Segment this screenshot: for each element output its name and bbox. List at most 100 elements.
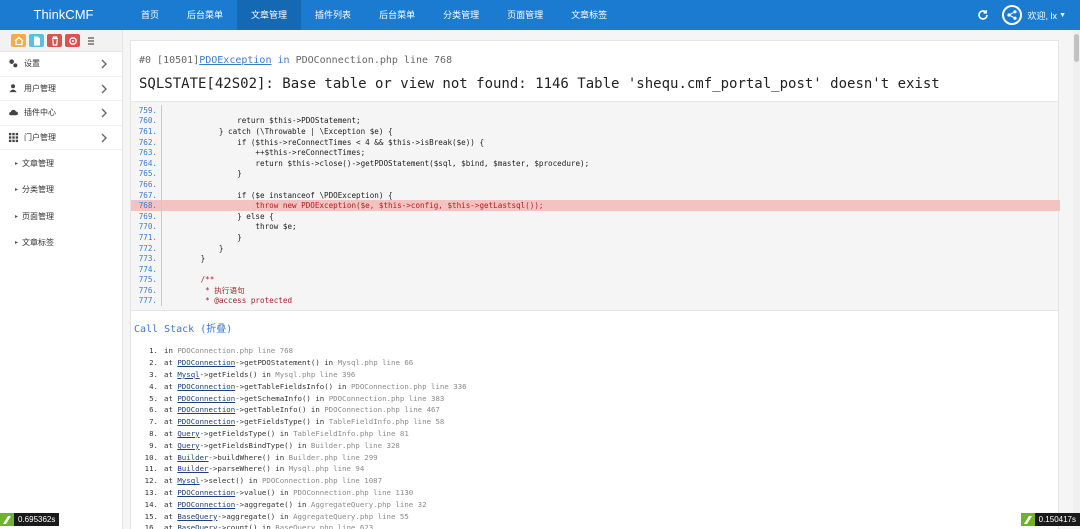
stack-frame: 15. at BaseQuery -> aggregate() in Aggregat… bbox=[131, 510, 1060, 522]
frame-prefix: at bbox=[164, 440, 178, 450]
frame-in: in bbox=[333, 381, 351, 391]
frame-file: Mysql.php line 396 bbox=[275, 369, 356, 379]
frame-class-link[interactable]: BaseQuery bbox=[177, 523, 217, 529]
sidebar-menu-item[interactable]: 设置 bbox=[0, 52, 122, 77]
vertical-scrollbar[interactable] bbox=[1073, 30, 1080, 519]
caret-right-icon: ▸ bbox=[15, 187, 19, 194]
line-number: 775. bbox=[138, 275, 157, 285]
frame-function: getFields() bbox=[208, 369, 258, 379]
frame-function: select() bbox=[208, 476, 245, 486]
frame-class-link[interactable]: Mysql bbox=[177, 476, 199, 485]
frame-number: 9. bbox=[149, 440, 158, 450]
frame-class-link[interactable]: PDOConnection bbox=[177, 358, 235, 367]
sidebar: 设置 用户管理 插件中心 门户管理 ▸ 文章管理 ▸ 分类管理 ▸ 页面管理 ▸ 文章标签 bbox=[0, 30, 123, 529]
exception-class-link[interactable]: PDOException bbox=[199, 55, 271, 66]
line-separator bbox=[161, 136, 162, 148]
home-icon[interactable] bbox=[11, 34, 26, 47]
frame-in: in bbox=[275, 511, 294, 521]
call-stack-toggle[interactable]: Call Stack (折叠) bbox=[134, 320, 232, 335]
sidebar-subitem-label: 文章管理 bbox=[22, 158, 55, 168]
scrollbar-thumb[interactable] bbox=[1074, 34, 1079, 62]
cloud-icon bbox=[8, 107, 19, 118]
frame-number: 10. bbox=[144, 452, 158, 462]
nav-item[interactable]: 文章管理 bbox=[237, 0, 302, 30]
sidebar-subitem[interactable]: ▸ 文章管理 bbox=[0, 150, 122, 177]
frame-prefix: at bbox=[164, 523, 178, 529]
frame-function: getFieldsType() bbox=[208, 428, 276, 438]
frame-prefix: at bbox=[164, 417, 178, 427]
frame-number: 13. bbox=[144, 487, 158, 497]
sidebar-subitem[interactable]: ▸ 文章标签 bbox=[0, 230, 122, 257]
code-line: 761. } catch (\Throwable | \Exception $e… bbox=[131, 126, 1060, 137]
frame-class-link[interactable]: Builder bbox=[177, 464, 208, 473]
timer-right[interactable]: 0.150417s bbox=[1020, 513, 1080, 526]
nav-item[interactable]: 后台菜单 bbox=[173, 0, 237, 30]
frame-class-link[interactable]: Mysql bbox=[177, 370, 199, 379]
sidebar-menu-item[interactable]: 插件中心 bbox=[0, 101, 122, 126]
frame-class-link[interactable]: Query bbox=[177, 429, 199, 438]
stack-frame: 10. at Builder -> buildWhere() in Builder.p… bbox=[131, 451, 1060, 463]
line-number: 768. bbox=[138, 201, 157, 211]
list-icon[interactable] bbox=[83, 34, 98, 47]
frame-class-link[interactable]: PDOConnection bbox=[177, 417, 235, 426]
nav-item[interactable]: 插件列表 bbox=[301, 0, 365, 30]
frame-arrow: -> bbox=[217, 511, 227, 521]
refresh-icon[interactable] bbox=[976, 8, 990, 22]
sidebar-subitem[interactable]: ▸ 页面管理 bbox=[0, 203, 122, 230]
stack-frame: 1. in PDOConnection.php line 768 bbox=[131, 345, 1060, 357]
frame-class-link[interactable]: PDOConnection bbox=[177, 394, 235, 403]
code-line: 762. if ($this->reConnectTimes < 4 && $t… bbox=[131, 136, 1060, 148]
line-number: 764. bbox=[138, 158, 157, 168]
frame-class-link[interactable]: PDOConnection bbox=[177, 405, 235, 414]
nav-item[interactable]: 文章标签 bbox=[557, 0, 621, 30]
frame-number: 6. bbox=[149, 405, 158, 415]
refresh-icon[interactable] bbox=[65, 34, 80, 47]
brand-logo[interactable]: ThinkCMF bbox=[0, 0, 127, 30]
frame-arrow: -> bbox=[199, 476, 209, 486]
frame-class-link[interactable]: BaseQuery bbox=[177, 512, 217, 521]
user-menu[interactable]: 欢迎, lx ▼ bbox=[1001, 5, 1080, 25]
sidebar-menu-item[interactable]: 用户管理 bbox=[0, 77, 122, 101]
frame-prefix: at bbox=[164, 405, 178, 415]
stack-frame: 13. at PDOConnection -> value() in PDOConne… bbox=[131, 487, 1060, 499]
nav-item[interactable]: 页面管理 bbox=[493, 0, 557, 30]
frame-class-link[interactable]: PDOConnection bbox=[177, 488, 235, 497]
frame-function: getFieldsBindType() bbox=[208, 440, 294, 450]
sidebar-menu-item[interactable]: 门户管理 bbox=[0, 126, 122, 150]
frame-prefix: in bbox=[164, 346, 178, 356]
nav-item[interactable]: 后台菜单 bbox=[365, 0, 429, 30]
nav-item[interactable]: 分类管理 bbox=[429, 0, 493, 30]
trash-icon[interactable] bbox=[47, 34, 62, 47]
nav-item[interactable]: 首页 bbox=[127, 0, 173, 30]
frame-file: AggregateQuery.php line 32 bbox=[310, 499, 427, 509]
frame-in: in bbox=[275, 487, 294, 497]
line-separator bbox=[161, 189, 162, 201]
sidebar-menu: 设置用户管理 插件中心 门户管理 bbox=[0, 52, 122, 150]
sidebar-menu-label: 设置 bbox=[24, 59, 40, 69]
frame-in: in bbox=[319, 358, 338, 368]
code-text: } else { bbox=[164, 211, 274, 221]
frame-number: 16. bbox=[144, 523, 158, 529]
stack-frame: 6. at PDOConnection -> getTableInfo() in PD… bbox=[131, 404, 1060, 416]
frame-file: Mysql.php line 66 bbox=[337, 358, 414, 368]
frame-class-link[interactable]: PDOConnection bbox=[177, 500, 235, 509]
chevron-right-icon bbox=[100, 83, 110, 95]
timer-left[interactable]: 0.695362s bbox=[0, 513, 60, 526]
line-separator bbox=[161, 179, 162, 190]
frame-class-link[interactable]: PDOConnection bbox=[177, 382, 235, 391]
frame-class-link[interactable]: Query bbox=[177, 441, 199, 450]
code-text: if ($this->reConnectTimes < 4 && $this->… bbox=[164, 137, 485, 147]
file-icon[interactable] bbox=[29, 34, 44, 47]
code-line: 772. } bbox=[131, 242, 1060, 254]
line-separator bbox=[161, 295, 162, 307]
stack-frame: 7. at PDOConnection -> getFieldsType() in T… bbox=[131, 416, 1060, 428]
exception-panel: #0 [10501]PDOException in PDOConnection.… bbox=[130, 40, 1060, 529]
frame-file: Mysql.php line 94 bbox=[288, 464, 365, 474]
frame-prefix: at bbox=[164, 499, 178, 509]
grid-icon bbox=[8, 132, 19, 143]
sidebar-submenu: ▸ 文章管理 ▸ 分类管理 ▸ 页面管理 ▸ 文章标签 bbox=[0, 150, 122, 256]
exception-message: SQLSTATE[42S02]: Base table or view not … bbox=[139, 76, 940, 92]
sidebar-subitem[interactable]: ▸ 分类管理 bbox=[0, 177, 122, 204]
frame-prefix: at bbox=[164, 476, 178, 486]
frame-class-link[interactable]: Builder bbox=[177, 453, 208, 462]
